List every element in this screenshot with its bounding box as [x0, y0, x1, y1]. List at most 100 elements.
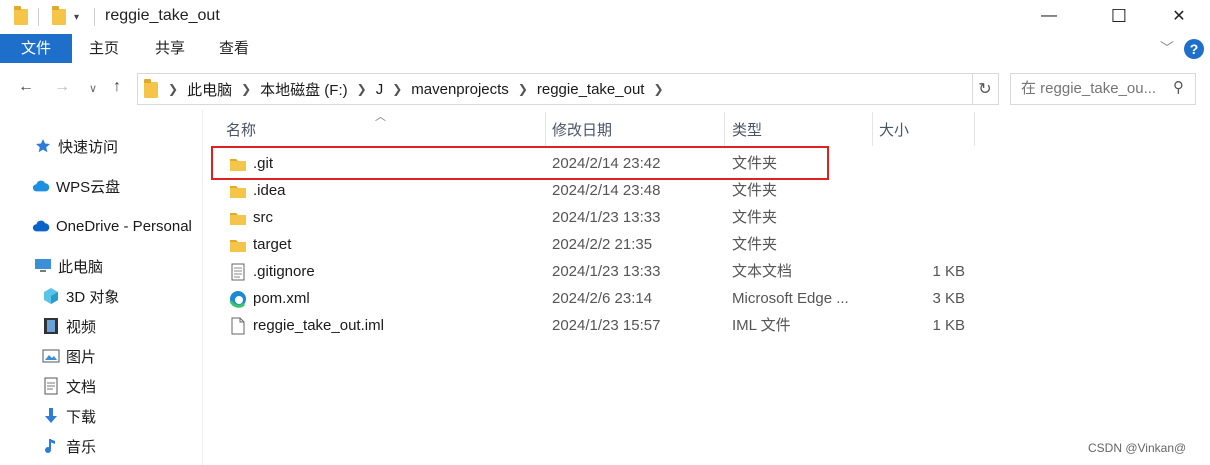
- music-icon: [42, 437, 60, 455]
- file-name: reggie_take_out.iml: [253, 317, 384, 334]
- crumb-j[interactable]: J: [371, 81, 389, 98]
- file-size: 3 KB: [932, 290, 965, 307]
- file-size: [883, 232, 965, 258]
- file-icon: [229, 317, 247, 335]
- chevron-right-icon[interactable]: ❯: [237, 82, 255, 96]
- chevron-right-icon[interactable]: ❯: [388, 82, 406, 96]
- sidebar-item-label: 快速访问: [58, 138, 119, 156]
- tab-view[interactable]: 查看: [208, 34, 260, 63]
- sidebar-item-label: WPS云盘: [56, 178, 121, 196]
- folder-icon: [138, 78, 164, 98]
- sidebar-item-documents[interactable]: 文档: [42, 374, 96, 398]
- maximize-button[interactable]: ☐: [1096, 0, 1142, 32]
- up-arrow-icon[interactable]: ↑: [113, 78, 121, 96]
- crumb-mavenprojects[interactable]: mavenprojects: [406, 81, 514, 98]
- column-separator[interactable]: [724, 112, 725, 146]
- file-type: 文本文档: [732, 263, 793, 280]
- divider: [94, 8, 95, 26]
- file-size: 1 KB: [932, 263, 965, 280]
- collapse-ribbon-icon[interactable]: ﹀: [1160, 38, 1174, 58]
- crumb-this-pc[interactable]: 此电脑: [182, 79, 237, 100]
- column-header-type[interactable]: 类型: [732, 118, 762, 144]
- back-arrow-icon[interactable]: ←: [18, 78, 34, 96]
- column-header-name[interactable]: 名称: [226, 118, 256, 144]
- sidebar-item-label: 下载: [66, 408, 97, 426]
- highlight-annotation: [211, 146, 829, 180]
- customize-quick-access-icon[interactable]: ▾: [74, 7, 79, 27]
- navigation-pane: 快速访问 WPS云盘 OneDrive - Personal 此电脑 3D 对象…: [0, 110, 200, 465]
- quick-access-folder-icon[interactable]: [52, 6, 66, 27]
- close-button[interactable]: ✕: [1156, 0, 1202, 32]
- minimize-button[interactable]: —: [1026, 0, 1072, 32]
- help-button[interactable]: ?: [1184, 39, 1204, 59]
- forward-arrow-icon[interactable]: →: [54, 78, 70, 96]
- file-date: 2024/1/23 13:33: [552, 263, 661, 280]
- file-row[interactable]: src 2024/1/23 13:33 文件夹: [223, 205, 1183, 231]
- crumb-drive-f[interactable]: 本地磁盘 (F:): [255, 79, 353, 100]
- sidebar-item-quick-access[interactable]: 快速访问: [34, 134, 118, 158]
- sidebar-item-music[interactable]: 音乐: [42, 434, 96, 458]
- document-icon: [42, 377, 60, 395]
- column-header-size[interactable]: 大小: [879, 118, 909, 144]
- search-input[interactable]: [1019, 79, 1168, 98]
- ribbon-tabs: 文件 主页 共享 查看 ﹀ ?: [0, 34, 1210, 65]
- file-row[interactable]: reggie_take_out.iml 2024/1/23 15:57 IML …: [223, 313, 1183, 339]
- file-name: .gitignore: [253, 263, 315, 280]
- file-row[interactable]: pom.xml 2024/2/6 23:14 Microsoft Edge ..…: [223, 286, 1183, 312]
- sidebar-item-this-pc[interactable]: 此电脑: [34, 254, 103, 278]
- sidebar-item-label: 3D 对象: [66, 288, 120, 306]
- file-name: src: [253, 209, 273, 226]
- recent-locations-chevron-icon[interactable]: ∨: [89, 82, 97, 95]
- sidebar-item-downloads[interactable]: 下载: [42, 404, 96, 428]
- divider: [38, 8, 39, 26]
- file-row[interactable]: target 2024/2/2 21:35 文件夹: [223, 232, 1183, 258]
- column-separator[interactable]: [545, 112, 546, 146]
- file-row[interactable]: .gitignore 2024/1/23 13:33 文本文档 1 KB: [223, 259, 1183, 285]
- computer-icon: [34, 257, 52, 275]
- navigation-bar: ← → ∨ ↑ ❯ 此电脑 ❯ 本地磁盘 (F:) ❯ J ❯ mavenpro…: [0, 64, 1210, 110]
- file-row[interactable]: .idea 2024/2/14 23:48 文件夹: [223, 178, 1183, 204]
- file-date: 2024/2/6 23:14: [552, 290, 653, 307]
- sidebar-item-3d-objects[interactable]: 3D 对象: [42, 284, 119, 308]
- refresh-button[interactable]: ↻: [972, 73, 999, 105]
- file-name: pom.xml: [253, 290, 310, 307]
- column-separator[interactable]: [872, 112, 873, 146]
- file-type: 文件夹: [732, 209, 778, 226]
- folder-icon: [229, 209, 247, 227]
- crumb-reggie-take-out[interactable]: reggie_take_out: [532, 81, 650, 98]
- search-box[interactable]: ⚲: [1010, 73, 1196, 105]
- tab-share[interactable]: 共享: [144, 34, 196, 63]
- sidebar-item-videos[interactable]: 视频: [42, 314, 96, 338]
- cube-3d-icon: [42, 287, 60, 305]
- sidebar-item-label: 音乐: [66, 438, 97, 456]
- chevron-right-icon[interactable]: ❯: [649, 82, 667, 96]
- file-type: 文件夹: [732, 236, 778, 253]
- watermark: CSDN @Vinkan@: [1088, 441, 1187, 455]
- edge-icon: [229, 290, 247, 308]
- column-separator[interactable]: [974, 112, 975, 146]
- file-type: IML 文件: [732, 317, 791, 334]
- folder-icon: [229, 182, 247, 200]
- chevron-right-icon[interactable]: ❯: [164, 82, 182, 96]
- sidebar-item-label: 图片: [66, 348, 97, 366]
- file-type: Microsoft Edge ...: [732, 290, 849, 307]
- file-size: [883, 205, 965, 231]
- sidebar-item-label: 视频: [66, 318, 97, 336]
- window-title: reggie_take_out: [105, 7, 220, 24]
- address-bar[interactable]: ❯ 此电脑 ❯ 本地磁盘 (F:) ❯ J ❯ mavenprojects ❯ …: [137, 73, 1095, 105]
- file-date: 2024/1/23 15:57: [552, 317, 661, 334]
- tab-home[interactable]: 主页: [78, 34, 130, 63]
- sidebar-item-pictures[interactable]: 图片: [42, 344, 96, 368]
- file-size: [883, 151, 965, 177]
- star-icon: [34, 137, 52, 155]
- sidebar-item-label: OneDrive - Personal: [56, 217, 192, 235]
- title-bar: ▾ reggie_take_out — ☐ ✕: [0, 0, 1210, 34]
- tab-file[interactable]: 文件: [0, 34, 72, 63]
- chevron-right-icon[interactable]: ❯: [353, 82, 371, 96]
- sidebar-item-onedrive[interactable]: OneDrive - Personal: [32, 214, 192, 238]
- file-date: 2024/2/2 21:35: [552, 236, 653, 253]
- chevron-right-icon[interactable]: ❯: [514, 82, 532, 96]
- sidebar-item-wps-cloud[interactable]: WPS云盘: [32, 174, 120, 198]
- column-header-date[interactable]: 修改日期: [552, 118, 612, 144]
- file-size: 1 KB: [932, 317, 965, 334]
